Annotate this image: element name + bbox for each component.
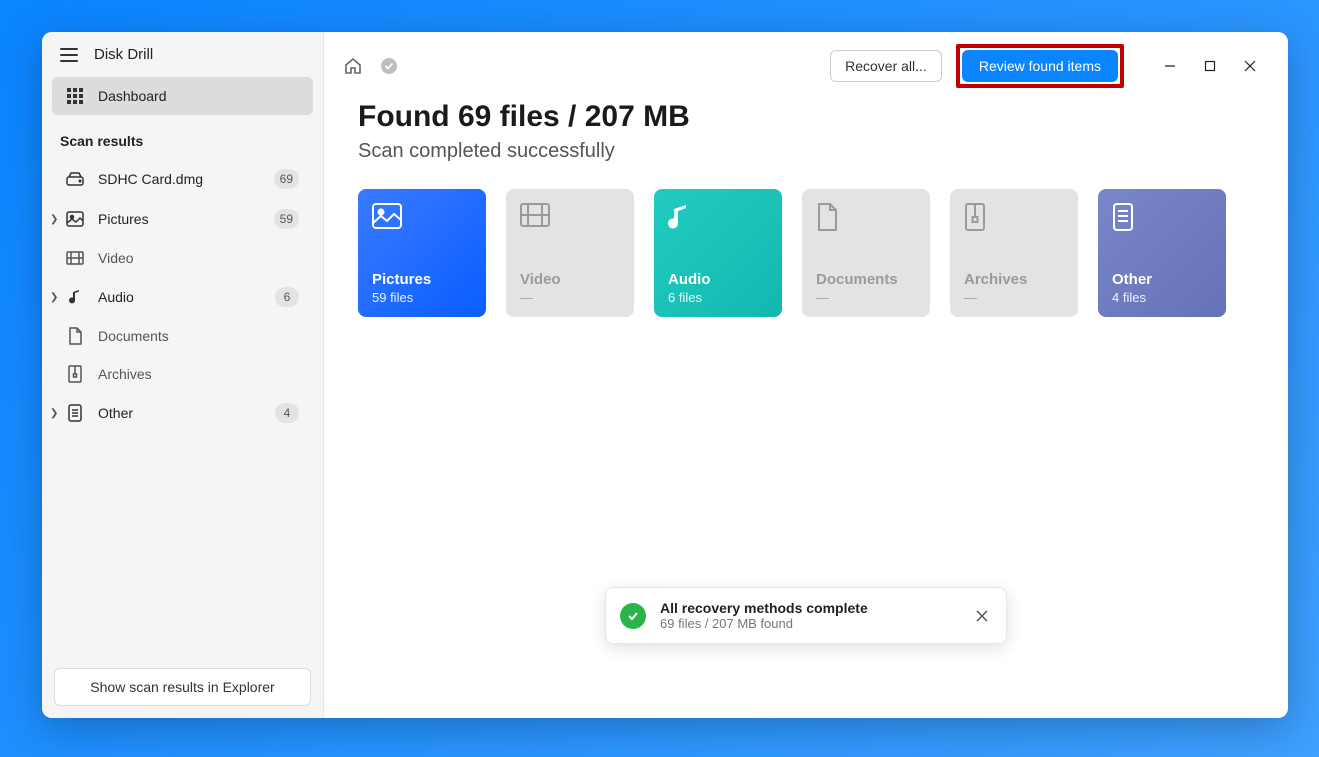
minimize-icon[interactable]	[1150, 51, 1190, 81]
nav-label: Archives	[98, 366, 299, 382]
image-icon	[372, 203, 402, 231]
nav-label: Documents	[98, 328, 299, 344]
app-title: Disk Drill	[94, 46, 153, 63]
content: Found 69 files / 207 MB Scan completed s…	[324, 94, 1288, 317]
close-icon[interactable]	[972, 606, 992, 626]
other-icon	[66, 404, 84, 422]
card-audio[interactable]: Audio 6 files	[654, 189, 782, 317]
card-pictures[interactable]: Pictures 59 files	[358, 189, 486, 317]
video-icon	[520, 203, 550, 231]
chevron-right-icon: ❯	[50, 292, 58, 303]
app-window: Disk Drill Dashboard Scan results SDHC C…	[42, 32, 1288, 718]
card-title: Other	[1112, 271, 1212, 288]
video-icon	[66, 249, 84, 267]
nav-label: Video	[98, 250, 299, 266]
archive-icon	[964, 203, 994, 231]
nav-dashboard[interactable]: Dashboard	[52, 77, 313, 115]
sidebar-header: Disk Drill	[42, 32, 323, 73]
sidebar-item-other[interactable]: ❯ Other 4	[52, 393, 313, 433]
card-sub: 4 files	[1112, 290, 1212, 305]
check-badge-icon[interactable]	[378, 55, 400, 77]
card-sub: —	[816, 290, 916, 305]
annotation-highlight: Review found items	[956, 44, 1124, 88]
sidebar: Disk Drill Dashboard Scan results SDHC C…	[42, 32, 324, 718]
image-icon	[66, 210, 84, 228]
nav-count: 4	[275, 403, 299, 423]
review-found-items-button[interactable]: Review found items	[962, 50, 1118, 82]
close-icon[interactable]	[1230, 51, 1270, 81]
results-subline: Scan completed successfully	[358, 140, 1254, 163]
card-title: Archives	[964, 271, 1064, 288]
card-archives[interactable]: Archives —	[950, 189, 1078, 317]
maximize-icon[interactable]	[1190, 51, 1230, 81]
card-title: Pictures	[372, 271, 472, 288]
grid-icon	[66, 87, 84, 105]
success-check-icon	[620, 603, 646, 629]
music-icon	[668, 203, 698, 231]
other-icon	[1112, 203, 1142, 231]
nav-count: 6	[275, 287, 299, 307]
chevron-right-icon: ❯	[50, 214, 58, 225]
completion-toast: All recovery methods complete 69 files /…	[605, 587, 1007, 644]
card-sub: 59 files	[372, 290, 472, 305]
scan-results-list: SDHC Card.dmg 69 ❯ Pictures 59 Video ❯	[42, 155, 323, 437]
sidebar-nav: Dashboard	[42, 73, 323, 119]
chevron-right-icon: ❯	[50, 408, 58, 419]
card-sub: —	[520, 290, 620, 305]
toast-text: All recovery methods complete 69 files /…	[660, 600, 868, 631]
sidebar-item-drive[interactable]: SDHC Card.dmg 69	[52, 159, 313, 199]
sidebar-item-pictures[interactable]: ❯ Pictures 59	[52, 199, 313, 239]
window-controls	[1150, 51, 1270, 81]
section-label: Scan results	[42, 119, 323, 155]
toast-title: All recovery methods complete	[660, 600, 868, 616]
toast-sub: 69 files / 207 MB found	[660, 616, 868, 631]
card-documents[interactable]: Documents —	[802, 189, 930, 317]
card-video[interactable]: Video —	[506, 189, 634, 317]
home-icon[interactable]	[342, 55, 364, 77]
nav-label: Dashboard	[98, 88, 299, 104]
nav-count: 59	[274, 209, 299, 229]
category-cards: Pictures 59 files Video — Audio 6 files	[358, 189, 1254, 317]
nav-label: Other	[98, 405, 261, 421]
music-icon	[66, 288, 84, 306]
nav-count: 69	[274, 169, 299, 189]
document-icon	[66, 327, 84, 345]
card-sub: —	[964, 290, 1064, 305]
card-title: Documents	[816, 271, 916, 288]
main-panel: Recover all... Review found items Found …	[324, 32, 1288, 718]
sidebar-footer: Show scan results in Explorer	[42, 656, 323, 718]
card-title: Video	[520, 271, 620, 288]
drive-icon	[66, 170, 84, 188]
document-icon	[816, 203, 846, 231]
card-sub: 6 files	[668, 290, 768, 305]
sidebar-item-audio[interactable]: ❯ Audio 6	[52, 277, 313, 317]
sidebar-item-archives[interactable]: Archives	[52, 355, 313, 393]
recover-all-button[interactable]: Recover all...	[830, 50, 942, 82]
card-other[interactable]: Other 4 files	[1098, 189, 1226, 317]
nav-label: Audio	[98, 289, 261, 305]
results-headline: Found 69 files / 207 MB	[358, 100, 1254, 134]
show-in-explorer-button[interactable]: Show scan results in Explorer	[54, 668, 311, 706]
sidebar-item-video[interactable]: Video	[52, 239, 313, 277]
nav-label: SDHC Card.dmg	[98, 171, 260, 187]
topbar: Recover all... Review found items	[324, 32, 1288, 94]
menu-icon[interactable]	[60, 48, 78, 62]
nav-label: Pictures	[98, 211, 260, 227]
sidebar-item-documents[interactable]: Documents	[52, 317, 313, 355]
card-title: Audio	[668, 271, 768, 288]
archive-icon	[66, 365, 84, 383]
